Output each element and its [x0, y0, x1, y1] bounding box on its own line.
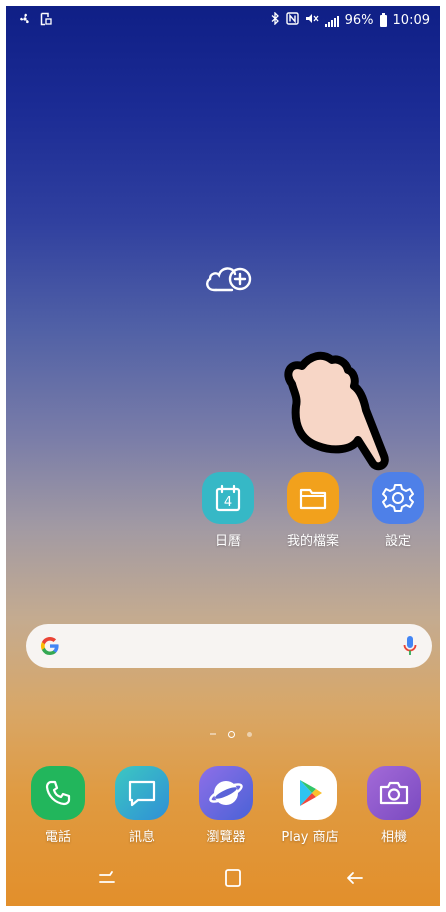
back-icon[interactable] — [340, 866, 370, 890]
camera-icon — [367, 766, 421, 820]
bluetooth-icon — [271, 11, 280, 30]
svg-text:4: 4 — [224, 495, 232, 510]
home-screen: 96% 10:09 4 日曆 我的檔案 設定 電話 訊息 瀏覽器 Play 商店… — [6, 6, 440, 906]
app-my-files[interactable]: 我的檔案 — [273, 472, 353, 549]
battery-percent: 96% — [344, 13, 374, 28]
home-icon[interactable] — [218, 866, 248, 890]
battery-icon — [379, 13, 387, 27]
app-phone[interactable]: 電話 — [18, 766, 98, 845]
google-search-bar[interactable] — [26, 624, 432, 668]
calendar-icon: 4 — [202, 472, 254, 524]
phone-icon — [31, 766, 85, 820]
app-label: 我的檔案 — [286, 534, 339, 549]
page-indicator — [201, 728, 261, 740]
nfc-icon — [285, 12, 299, 30]
app-label: 瀏覽器 — [206, 830, 246, 845]
app-label: 訊息 — [128, 830, 155, 845]
mic-icon[interactable] — [402, 634, 418, 658]
folder-icon — [287, 472, 339, 524]
google-logo-icon — [38, 634, 62, 658]
message-icon — [115, 766, 169, 820]
gear-icon — [372, 472, 424, 524]
clock: 10:09 — [392, 13, 430, 28]
app-label: 設定 — [384, 534, 411, 549]
mute-icon — [305, 12, 319, 30]
status-bar: 96% 10:09 — [6, 6, 440, 34]
app-camera[interactable]: 相機 — [354, 766, 434, 845]
signal-icon — [324, 15, 339, 27]
browser-icon — [199, 766, 253, 820]
page-dot-active — [228, 730, 235, 738]
app-settings[interactable]: 設定 — [358, 472, 438, 549]
app-calendar[interactable]: 4 日曆 — [188, 472, 268, 549]
app-messages[interactable]: 訊息 — [102, 766, 182, 845]
fan-icon — [18, 12, 32, 30]
play-store-icon — [283, 766, 337, 820]
page-dot — [210, 733, 216, 735]
app-label: 日曆 — [214, 534, 241, 549]
app-play-store[interactable]: Play 商店 — [270, 766, 350, 845]
pointing-hand-icon — [276, 344, 406, 474]
app-label: 相機 — [380, 830, 407, 845]
app-label: Play 商店 — [281, 830, 339, 845]
recents-icon[interactable] — [92, 866, 122, 890]
app-label: 電話 — [44, 830, 71, 845]
page-dot — [247, 731, 252, 737]
screenshot-icon — [40, 12, 52, 30]
cloud-add-icon[interactable] — [202, 260, 254, 296]
app-browser[interactable]: 瀏覽器 — [186, 766, 266, 845]
